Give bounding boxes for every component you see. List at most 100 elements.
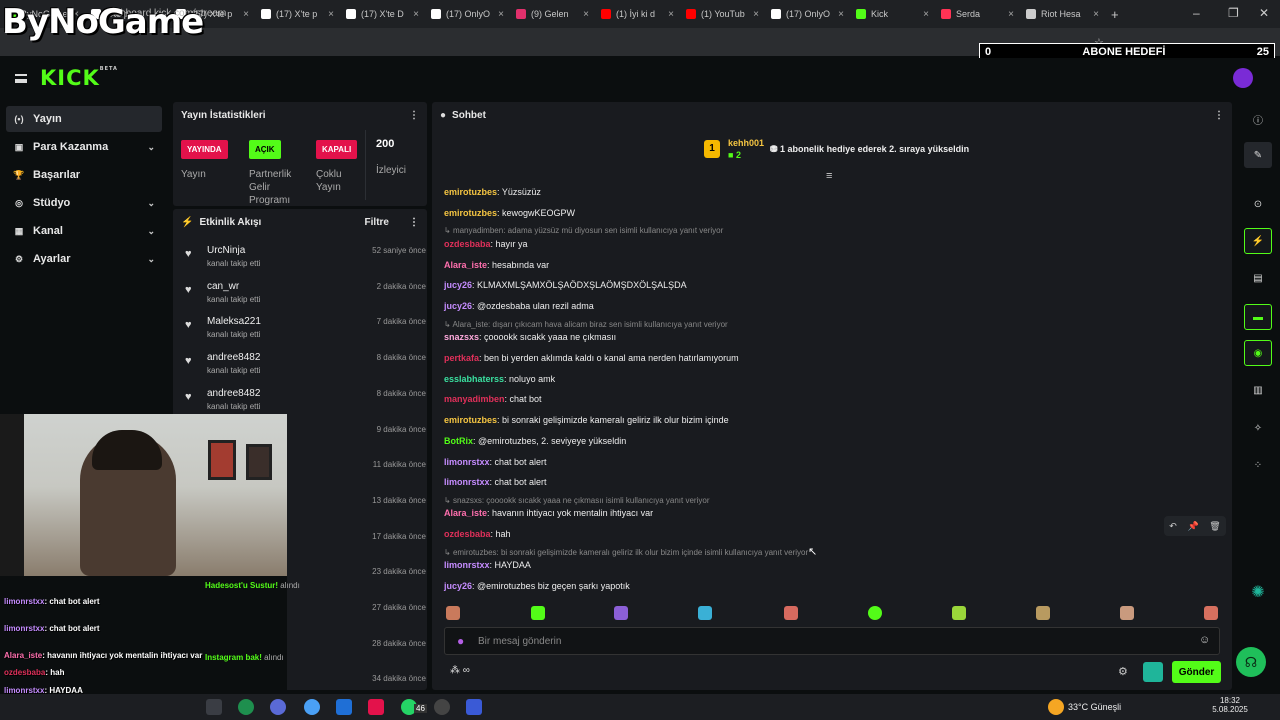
- chat-settings-icon[interactable]: ⚙: [1118, 665, 1128, 678]
- shield-icon[interactable]: [336, 699, 352, 715]
- mic-icon[interactable]: ●: [457, 634, 464, 648]
- pinned-user[interactable]: kehh001: [728, 138, 764, 148]
- new-tab-button[interactable]: +: [1105, 0, 1129, 28]
- tab-close-icon[interactable]: ×: [328, 9, 334, 20]
- flash-icon[interactable]: ⚡: [1244, 228, 1272, 254]
- tab-close-icon[interactable]: ×: [753, 9, 759, 20]
- edit-icon[interactable]: ✎: [1244, 142, 1272, 168]
- maximize-icon[interactable]: ❐: [1228, 6, 1239, 20]
- info-icon[interactable]: ⓘ: [1244, 106, 1272, 132]
- tab-close-icon[interactable]: ×: [498, 9, 504, 20]
- browser-tab[interactable]: Kick ×: [850, 0, 935, 28]
- delete-icon[interactable]: 🗑: [1209, 521, 1220, 532]
- layout-icon[interactable]: ▥: [1244, 377, 1272, 403]
- activity-more-icon[interactable]: ⋮: [409, 217, 419, 228]
- sidebar-item-başarılar[interactable]: 🏆 Başarılar: [6, 162, 162, 188]
- emote-3-icon[interactable]: [614, 606, 628, 620]
- tab-close-icon[interactable]: ×: [1008, 9, 1014, 20]
- lightning-app-icon[interactable]: [368, 699, 384, 715]
- chevron-down-icon[interactable]: ⌄: [147, 226, 155, 237]
- emote-5-icon[interactable]: [784, 606, 798, 620]
- tab-close-icon[interactable]: ×: [583, 9, 589, 20]
- points-indicator[interactable]: ⁂ ∞: [450, 665, 470, 676]
- chat-username[interactable]: manyadimben: [444, 394, 505, 404]
- chevron-down-icon[interactable]: ⌄: [147, 198, 155, 209]
- event-user[interactable]: andree8482: [207, 352, 260, 363]
- tab-close-icon[interactable]: ×: [1093, 9, 1099, 20]
- emote-10-icon[interactable]: [1204, 606, 1218, 620]
- sidebar-item-stüdyo[interactable]: ◎ Stüdyo ⌄: [6, 190, 162, 216]
- obs-icon[interactable]: [434, 699, 450, 715]
- stats-more-icon[interactable]: ⋮: [409, 110, 419, 121]
- event-user[interactable]: andree8482: [207, 388, 260, 399]
- emote-2-icon[interactable]: [531, 606, 545, 620]
- reply-icon[interactable]: ↶: [1169, 521, 1177, 532]
- browser-tab[interactable]: (17) OnlyO ×: [425, 0, 510, 28]
- emote-8-icon[interactable]: [1036, 606, 1050, 620]
- event-user[interactable]: UrcNinja: [207, 245, 245, 256]
- browser-tab[interactable]: Riot Hesa ×: [1020, 0, 1105, 28]
- menu-icon[interactable]: [15, 74, 27, 83]
- chevron-down-icon[interactable]: ⌄: [147, 254, 155, 265]
- browser-tab[interactable]: Serda ×: [935, 0, 1020, 28]
- chat-username[interactable]: ozdesbaba: [444, 239, 491, 249]
- emote-9-icon[interactable]: [1120, 606, 1134, 620]
- emote-4-icon[interactable]: [698, 606, 712, 620]
- chat-username[interactable]: BotRix: [444, 436, 473, 446]
- browser-tab[interactable]: (9) Gelen ×: [510, 0, 595, 28]
- chrome-icon[interactable]: [238, 699, 254, 715]
- chat-username[interactable]: emirotuzbes: [444, 187, 497, 197]
- chat-username[interactable]: Alara_iste: [444, 260, 487, 270]
- tab-close-icon[interactable]: ×: [243, 9, 249, 20]
- chat-input-box[interactable]: ● Bir mesaj gönderin ☺: [444, 627, 1220, 655]
- kick-gift-icon[interactable]: [1143, 662, 1163, 682]
- chat-more-icon[interactable]: ⋮: [1214, 110, 1224, 121]
- wrench-icon[interactable]: ✧: [1244, 415, 1272, 441]
- support-icon[interactable]: ☊: [1236, 647, 1266, 677]
- tab-close-icon[interactable]: ×: [413, 9, 419, 20]
- chevron-down-icon[interactable]: ⌄: [147, 142, 155, 153]
- filter-button[interactable]: Filtre: [365, 217, 389, 228]
- emoji-picker-icon[interactable]: ☺: [1199, 634, 1210, 646]
- avatar[interactable]: [1233, 68, 1253, 88]
- browser-tab[interactable]: (1) YouTub ×: [680, 0, 765, 28]
- sidebar-item-ayarlar[interactable]: ⚙ Ayarlar ⌄: [6, 246, 162, 272]
- kick-logo[interactable]: KICKBETA: [40, 66, 118, 90]
- camera-icon[interactable]: ⊙: [1244, 191, 1272, 217]
- sidebar-item-para-kazanma[interactable]: ▣ Para Kazanma ⌄: [6, 134, 162, 160]
- chat-bubble-rail-icon[interactable]: ▬: [1244, 304, 1272, 330]
- chat-username[interactable]: emirotuzbes: [444, 208, 497, 218]
- weather-text[interactable]: 33°C Güneşli: [1068, 702, 1121, 712]
- chat-username[interactable]: jucy26: [444, 581, 472, 591]
- share-icon[interactable]: ⁘: [1244, 452, 1272, 478]
- document-icon[interactable]: ▤: [1244, 265, 1272, 291]
- event-user[interactable]: can_wr: [207, 281, 239, 292]
- chat-username[interactable]: pertkafa: [444, 353, 479, 363]
- pin-icon[interactable]: 📌: [1187, 521, 1198, 532]
- event-user[interactable]: Maleksa221: [207, 316, 261, 327]
- tab-close-icon[interactable]: ×: [923, 9, 929, 20]
- discord-icon[interactable]: [270, 699, 286, 715]
- chat-username[interactable]: limonrstxx: [444, 457, 490, 467]
- chat-username[interactable]: snazsxs: [444, 332, 479, 342]
- browser-tab[interactable]: (1) İyi ki d ×: [595, 0, 680, 28]
- broadcast-rail-icon[interactable]: ◉: [1244, 340, 1272, 366]
- expand-pinned-icon[interactable]: ≡: [826, 170, 832, 182]
- clock[interactable]: 18:32 5.08.2025: [1210, 696, 1250, 714]
- emote-7-icon[interactable]: [952, 606, 966, 620]
- tab-close-icon[interactable]: ×: [668, 9, 674, 20]
- chat-username[interactable]: esslabhaterss: [444, 374, 504, 384]
- openai-icon[interactable]: ✺: [1244, 579, 1272, 605]
- browser-icon[interactable]: [304, 699, 320, 715]
- send-button[interactable]: Gönder: [1172, 661, 1221, 683]
- chat-username[interactable]: limonrstxx: [444, 477, 490, 487]
- app-icon[interactable]: [466, 699, 482, 715]
- emote-6-icon[interactable]: [868, 606, 882, 620]
- sidebar-item-yayın[interactable]: (•) Yayın: [6, 106, 162, 132]
- browser-tab[interactable]: (17) OnlyO ×: [765, 0, 850, 28]
- minimize-icon[interactable]: –: [1193, 6, 1200, 20]
- browser-tab[interactable]: (17) X'te p ×: [255, 0, 340, 28]
- sidebar-item-kanal[interactable]: ▦ Kanal ⌄: [6, 218, 162, 244]
- chat-username[interactable]: emirotuzbes: [444, 415, 497, 425]
- chat-username[interactable]: limonrstxx: [444, 560, 490, 570]
